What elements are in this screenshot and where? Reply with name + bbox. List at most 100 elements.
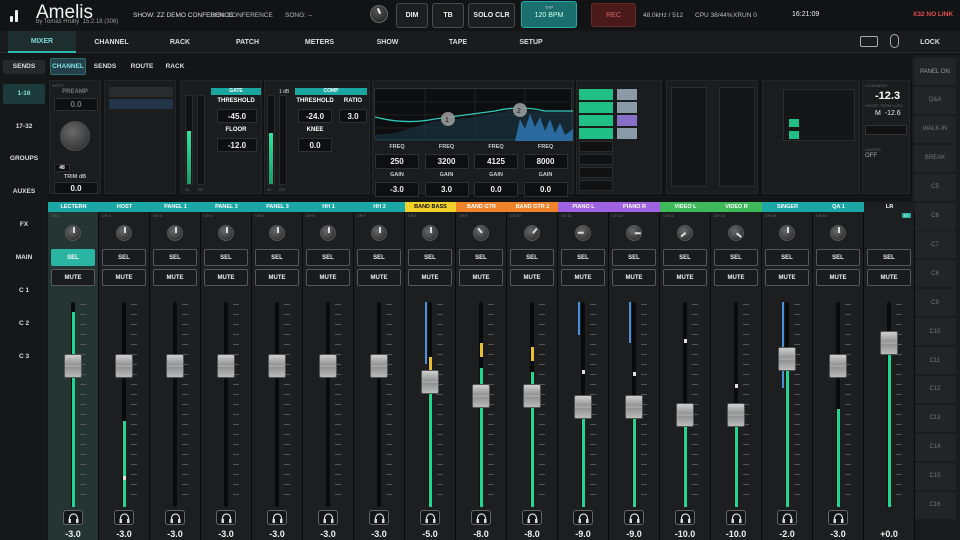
mute-button[interactable]: MUTE — [153, 269, 197, 286]
eq-gain-1[interactable]: -3.0 — [375, 182, 419, 197]
mute-button[interactable]: MUTE — [51, 269, 95, 286]
fader-track[interactable] — [326, 302, 330, 507]
fader-cap[interactable] — [319, 354, 337, 378]
snapshot-6[interactable]: C7 — [914, 231, 956, 259]
fader-cap[interactable] — [64, 354, 82, 378]
select-button[interactable]: SEL — [714, 249, 758, 266]
select-button[interactable]: SEL — [510, 249, 554, 266]
snapshot-11[interactable]: C12 — [914, 375, 956, 403]
pan-knob[interactable] — [473, 225, 489, 241]
pan-knob[interactable] — [728, 225, 744, 241]
select-button[interactable]: SEL — [255, 249, 299, 266]
fader-cap[interactable] — [880, 331, 898, 355]
headphone-icon[interactable] — [369, 510, 389, 525]
tab-show[interactable]: SHOW — [356, 31, 419, 53]
snapshot-14[interactable]: C15 — [914, 462, 956, 490]
headphone-icon[interactable] — [777, 510, 797, 525]
select-button[interactable]: SEL — [663, 249, 707, 266]
tab-meters[interactable]: METERS — [286, 31, 353, 53]
select-button[interactable]: SEL — [561, 249, 605, 266]
pan-knob[interactable] — [830, 225, 846, 241]
pan-knob[interactable] — [218, 225, 234, 241]
monitor-volume-knob[interactable] — [370, 5, 388, 23]
bank-c3[interactable]: C 3 — [3, 350, 45, 364]
bank-sends[interactable]: SENDS — [3, 60, 45, 74]
snapshot-2[interactable]: WALK-IN — [914, 115, 956, 143]
headphone-icon[interactable] — [675, 510, 695, 525]
channel-name[interactable]: HH 1 — [303, 202, 354, 212]
pan-knob[interactable] — [371, 225, 387, 241]
eq-graph[interactable]: 1 2 — [374, 88, 573, 141]
pan-knob[interactable] — [269, 225, 285, 241]
mute-button[interactable]: MUTE — [459, 269, 503, 286]
bank-bank-1-16[interactable]: 1-16 — [3, 84, 45, 104]
channel-name[interactable]: LR — [864, 202, 915, 212]
insert-slot-1[interactable] — [109, 87, 173, 97]
bank-c2[interactable]: C 2 — [3, 317, 45, 331]
mouse-icon[interactable] — [890, 34, 899, 48]
channel-name[interactable]: QA 1 — [813, 202, 864, 212]
eq-freq-1[interactable]: 250 — [375, 154, 419, 169]
channel-name[interactable]: HOST — [99, 202, 150, 212]
snapshot-4[interactable]: C5 — [914, 173, 956, 201]
insert-slot-2[interactable] — [109, 99, 173, 109]
tab-mixer[interactable]: MIXER — [8, 31, 76, 53]
select-button[interactable]: SEL — [51, 249, 95, 266]
eq-freq-4[interactable]: 8000 — [523, 154, 568, 169]
channel-name[interactable]: PANEL 1 — [150, 202, 201, 212]
channel-name[interactable]: BAND GTR — [456, 202, 507, 212]
eq-gain-3[interactable]: 0.0 — [474, 182, 518, 197]
select-button[interactable]: SEL — [816, 249, 860, 266]
trim-value[interactable]: 0.0 — [54, 182, 98, 194]
channel-name[interactable]: VIDEO R — [711, 202, 762, 212]
select-button[interactable]: SEL — [357, 249, 401, 266]
headphone-icon[interactable] — [522, 510, 542, 525]
bank-main[interactable]: MAIN — [3, 251, 45, 265]
select-button[interactable]: SEL — [153, 249, 197, 266]
pan-knob[interactable] — [167, 225, 183, 241]
fader-cap[interactable] — [370, 354, 388, 378]
snapshot-9[interactable]: C10 — [914, 318, 956, 346]
gate-button[interactable]: GATE — [211, 88, 261, 95]
fader-cap[interactable] — [829, 354, 847, 378]
snapshot-12[interactable]: C13 — [914, 404, 956, 432]
mute-button[interactable]: MUTE — [765, 269, 809, 286]
snapshot-5[interactable]: C6 — [914, 202, 956, 230]
gate-threshold-value[interactable]: -45.0 — [217, 109, 257, 123]
subtab-sends[interactable]: SENDS — [90, 58, 120, 75]
pan-knob[interactable] — [626, 225, 642, 241]
headphone-icon[interactable] — [573, 510, 593, 525]
headphone-icon[interactable] — [114, 510, 134, 525]
headphone-icon[interactable] — [828, 510, 848, 525]
mute-button[interactable]: MUTE — [510, 269, 554, 286]
snapshot-1[interactable]: Q&A — [914, 86, 956, 114]
solo-clear-button[interactable]: SOLO CLR — [468, 3, 515, 28]
eq-freq-3[interactable]: 4125 — [474, 154, 518, 169]
select-button[interactable]: SEL — [204, 249, 248, 266]
select-button[interactable]: SEL — [306, 249, 350, 266]
bank-fx[interactable]: FX — [3, 218, 45, 232]
fader-cap[interactable] — [421, 370, 439, 394]
mute-button[interactable]: MUTE — [612, 269, 656, 286]
eq-freq-2[interactable]: 3200 — [424, 154, 469, 169]
pan-knob[interactable] — [320, 225, 336, 241]
fader-track[interactable] — [377, 302, 381, 507]
mute-button[interactable]: MUTE — [663, 269, 707, 286]
headphone-icon[interactable] — [726, 510, 746, 525]
mute-button[interactable]: MUTE — [816, 269, 860, 286]
mute-button[interactable]: MUTE — [714, 269, 758, 286]
pan-knob[interactable] — [422, 225, 438, 241]
fader-cap[interactable] — [574, 395, 592, 419]
bank-groups[interactable]: GROUPS — [3, 152, 45, 166]
fader-cap[interactable] — [625, 395, 643, 419]
eq-gain-4[interactable]: 0.0 — [523, 182, 568, 197]
bank-c1[interactable]: C 1 — [3, 284, 45, 298]
snapshot-7[interactable]: C8 — [914, 260, 956, 288]
tab-rack[interactable]: RACK — [148, 31, 212, 53]
snapshot-8[interactable]: C9 — [914, 289, 956, 317]
headphone-icon[interactable] — [267, 510, 287, 525]
channel-name[interactable]: VIDEO L — [660, 202, 711, 212]
fader-track[interactable] — [224, 302, 228, 507]
select-button[interactable]: SEL — [867, 249, 911, 266]
fader-cap[interactable] — [115, 354, 133, 378]
